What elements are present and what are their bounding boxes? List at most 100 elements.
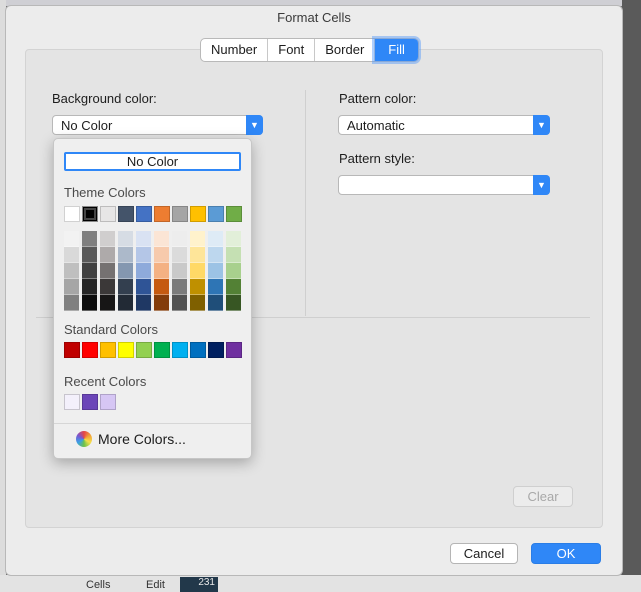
theme-color-swatch[interactable] xyxy=(100,206,116,222)
theme-shade-swatch[interactable] xyxy=(82,263,97,279)
theme-color-swatch[interactable] xyxy=(226,206,242,222)
theme-shade-swatch[interactable] xyxy=(100,247,115,263)
pattern-style-popup[interactable]: ▼ xyxy=(338,175,550,195)
theme-shade-swatch[interactable] xyxy=(118,279,133,295)
theme-shade-swatch[interactable] xyxy=(226,231,241,247)
ok-button[interactable]: OK xyxy=(531,543,601,564)
theme-shade-swatch[interactable] xyxy=(190,263,205,279)
theme-shade-swatch[interactable] xyxy=(226,263,241,279)
theme-shade-swatch[interactable] xyxy=(190,247,205,263)
standard-color-swatch[interactable] xyxy=(82,342,98,358)
theme-shade-swatch[interactable] xyxy=(190,231,205,247)
theme-color-swatch[interactable] xyxy=(172,206,188,222)
theme-color-swatch[interactable] xyxy=(82,206,98,222)
column-divider xyxy=(305,90,306,316)
theme-shade-swatch[interactable] xyxy=(136,231,151,247)
theme-shade-swatch[interactable] xyxy=(82,279,97,295)
theme-shade-swatch[interactable] xyxy=(82,231,97,247)
theme-shade-swatch[interactable] xyxy=(172,231,187,247)
theme-color-swatch[interactable] xyxy=(64,206,80,222)
theme-shade-swatch[interactable] xyxy=(118,263,133,279)
theme-shade-swatch[interactable] xyxy=(190,295,205,311)
theme-shade-swatch[interactable] xyxy=(154,263,169,279)
theme-shade-swatch[interactable] xyxy=(136,295,151,311)
theme-shade-swatch[interactable] xyxy=(190,279,205,295)
theme-shade-swatch[interactable] xyxy=(226,279,241,295)
no-color-button[interactable]: No Color xyxy=(64,152,241,171)
chevron-down-icon: ▼ xyxy=(246,115,263,135)
recent-color-swatch[interactable] xyxy=(100,394,116,410)
theme-color-swatch[interactable] xyxy=(154,206,170,222)
recent-color-swatch[interactable] xyxy=(64,394,80,410)
standard-color-swatch[interactable] xyxy=(136,342,152,358)
standard-color-swatch[interactable] xyxy=(154,342,170,358)
theme-shade-column xyxy=(100,231,115,311)
more-colors-label: More Colors... xyxy=(98,431,186,447)
theme-shade-swatch[interactable] xyxy=(118,231,133,247)
theme-shade-swatch[interactable] xyxy=(172,247,187,263)
theme-shade-swatch[interactable] xyxy=(100,263,115,279)
pattern-style-label: Pattern style: xyxy=(339,151,415,166)
standard-color-swatch[interactable] xyxy=(208,342,224,358)
pattern-color-value: Automatic xyxy=(347,118,405,133)
theme-color-swatch[interactable] xyxy=(208,206,224,222)
standard-color-swatch[interactable] xyxy=(100,342,116,358)
theme-shade-swatch[interactable] xyxy=(136,247,151,263)
theme-shade-swatch[interactable] xyxy=(64,279,79,295)
theme-shade-swatch[interactable] xyxy=(64,263,79,279)
theme-shade-swatch[interactable] xyxy=(82,247,97,263)
theme-shade-swatch[interactable] xyxy=(154,247,169,263)
standard-color-swatch[interactable] xyxy=(118,342,134,358)
standard-color-swatch[interactable] xyxy=(226,342,242,358)
theme-shade-swatch[interactable] xyxy=(208,247,223,263)
pattern-color-popup[interactable]: Automatic ▼ xyxy=(338,115,550,135)
theme-shade-swatch[interactable] xyxy=(100,279,115,295)
theme-shade-swatch[interactable] xyxy=(82,295,97,311)
theme-shade-column xyxy=(136,231,151,311)
theme-shade-column xyxy=(118,231,133,311)
theme-shade-swatch[interactable] xyxy=(118,247,133,263)
clear-button[interactable]: Clear xyxy=(513,486,573,507)
standard-color-swatch[interactable] xyxy=(190,342,206,358)
theme-shade-swatch[interactable] xyxy=(226,247,241,263)
theme-shade-swatch[interactable] xyxy=(136,279,151,295)
tab-bar: Number Font Border Fill xyxy=(200,38,419,62)
theme-shade-swatch[interactable] xyxy=(172,279,187,295)
theme-shade-swatch[interactable] xyxy=(154,279,169,295)
tab-fill[interactable]: Fill xyxy=(375,39,418,61)
theme-shade-swatch[interactable] xyxy=(64,231,79,247)
tab-number[interactable]: Number xyxy=(201,39,269,61)
pattern-color-label: Pattern color: xyxy=(339,91,417,106)
theme-color-swatch[interactable] xyxy=(190,206,206,222)
theme-shade-swatch[interactable] xyxy=(172,263,187,279)
theme-shade-swatch[interactable] xyxy=(208,295,223,311)
theme-shade-column xyxy=(190,231,205,311)
theme-shade-swatch[interactable] xyxy=(64,247,79,263)
theme-shade-swatch[interactable] xyxy=(226,295,241,311)
theme-shade-swatch[interactable] xyxy=(208,263,223,279)
theme-color-swatch[interactable] xyxy=(118,206,134,222)
theme-shade-swatch[interactable] xyxy=(100,295,115,311)
theme-color-swatch[interactable] xyxy=(136,206,152,222)
background-cell-value: 231 xyxy=(180,577,218,592)
background-color-popup[interactable]: No Color ▼ xyxy=(52,115,263,135)
theme-shade-column xyxy=(154,231,169,311)
theme-shade-swatch[interactable] xyxy=(172,295,187,311)
theme-shade-swatch[interactable] xyxy=(208,279,223,295)
theme-shade-swatch[interactable] xyxy=(118,295,133,311)
recent-color-swatch[interactable] xyxy=(82,394,98,410)
more-colors-button[interactable]: More Colors... xyxy=(76,431,186,447)
theme-shade-swatch[interactable] xyxy=(154,295,169,311)
cancel-button[interactable]: Cancel xyxy=(450,543,518,564)
theme-shade-swatch[interactable] xyxy=(64,295,79,311)
standard-color-swatch[interactable] xyxy=(172,342,188,358)
theme-shade-swatch[interactable] xyxy=(136,263,151,279)
standard-colors-label: Standard Colors xyxy=(64,322,158,337)
background-color-label: Background color: xyxy=(52,91,157,106)
theme-shade-swatch[interactable] xyxy=(208,231,223,247)
theme-shade-swatch[interactable] xyxy=(100,231,115,247)
standard-color-swatch[interactable] xyxy=(64,342,80,358)
tab-border[interactable]: Border xyxy=(315,39,376,61)
tab-font[interactable]: Font xyxy=(268,39,316,61)
theme-shade-swatch[interactable] xyxy=(154,231,169,247)
